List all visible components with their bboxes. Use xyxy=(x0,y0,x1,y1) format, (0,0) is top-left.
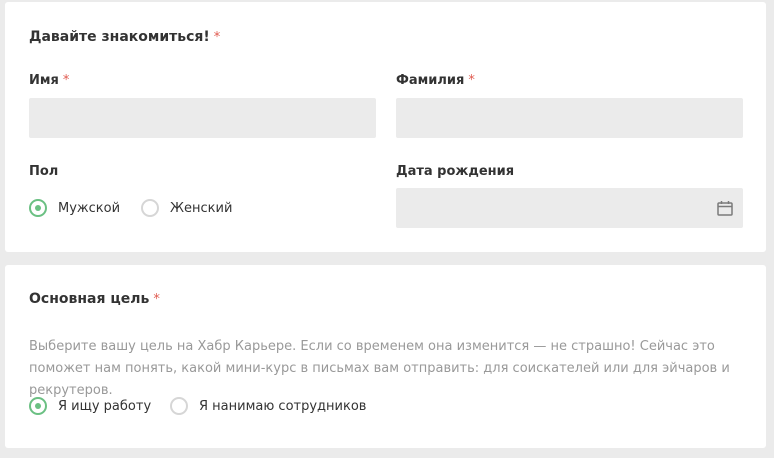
first-name-label-text: Имя xyxy=(29,73,59,88)
radio-unchecked-icon[interactable] xyxy=(141,199,159,217)
radio-checked-icon[interactable] xyxy=(29,397,47,415)
gender-option-female[interactable]: Женский xyxy=(141,199,232,217)
gender-option-female-label: Женский xyxy=(170,200,233,216)
gender-label: Пол xyxy=(29,164,59,179)
goal-option-employer-label: Я нанимаю сотрудников xyxy=(199,398,367,414)
last-name-label-text: Фамилия xyxy=(396,73,465,88)
intro-card: Давайте знакомиться! * Имя * Фамилия * Пол … xyxy=(5,2,766,252)
goal-title: Основная цель * xyxy=(29,291,160,307)
intro-title: Давайте знакомиться! * xyxy=(29,29,220,45)
goal-card: Основная цель * Выберите вашу цель на Хаб… xyxy=(5,265,766,448)
goal-hint: Выберите вашу цель на Хабр Карьере. Если… xyxy=(29,339,730,398)
required-mark: * xyxy=(468,73,475,88)
last-name-label: Фамилия * xyxy=(396,73,475,88)
birth-date-input[interactable] xyxy=(396,188,743,228)
goal-option-job-seeker-label: Я ищу работу xyxy=(58,398,152,414)
required-mark: * xyxy=(153,292,160,307)
radio-checked-icon[interactable] xyxy=(29,199,47,217)
gender-option-male-label: Мужской xyxy=(58,200,121,216)
first-name-input[interactable] xyxy=(29,98,376,138)
last-name-input[interactable] xyxy=(396,98,743,138)
required-mark: * xyxy=(213,30,221,45)
first-name-label: Имя * xyxy=(29,73,69,88)
intro-title-text: Давайте знакомиться! xyxy=(29,29,210,45)
goal-option-job-seeker[interactable]: Я ищу работу xyxy=(29,397,151,415)
gender-option-male[interactable]: Мужской xyxy=(29,199,120,217)
radio-unchecked-icon[interactable] xyxy=(170,397,188,415)
goal-option-employer[interactable]: Я нанимаю сотрудников xyxy=(170,397,366,415)
calendar-icon[interactable] xyxy=(717,200,733,220)
birth-date-label: Дата рождения xyxy=(396,164,515,179)
goal-title-text: Основная цель xyxy=(29,291,150,307)
required-mark: * xyxy=(62,73,70,88)
